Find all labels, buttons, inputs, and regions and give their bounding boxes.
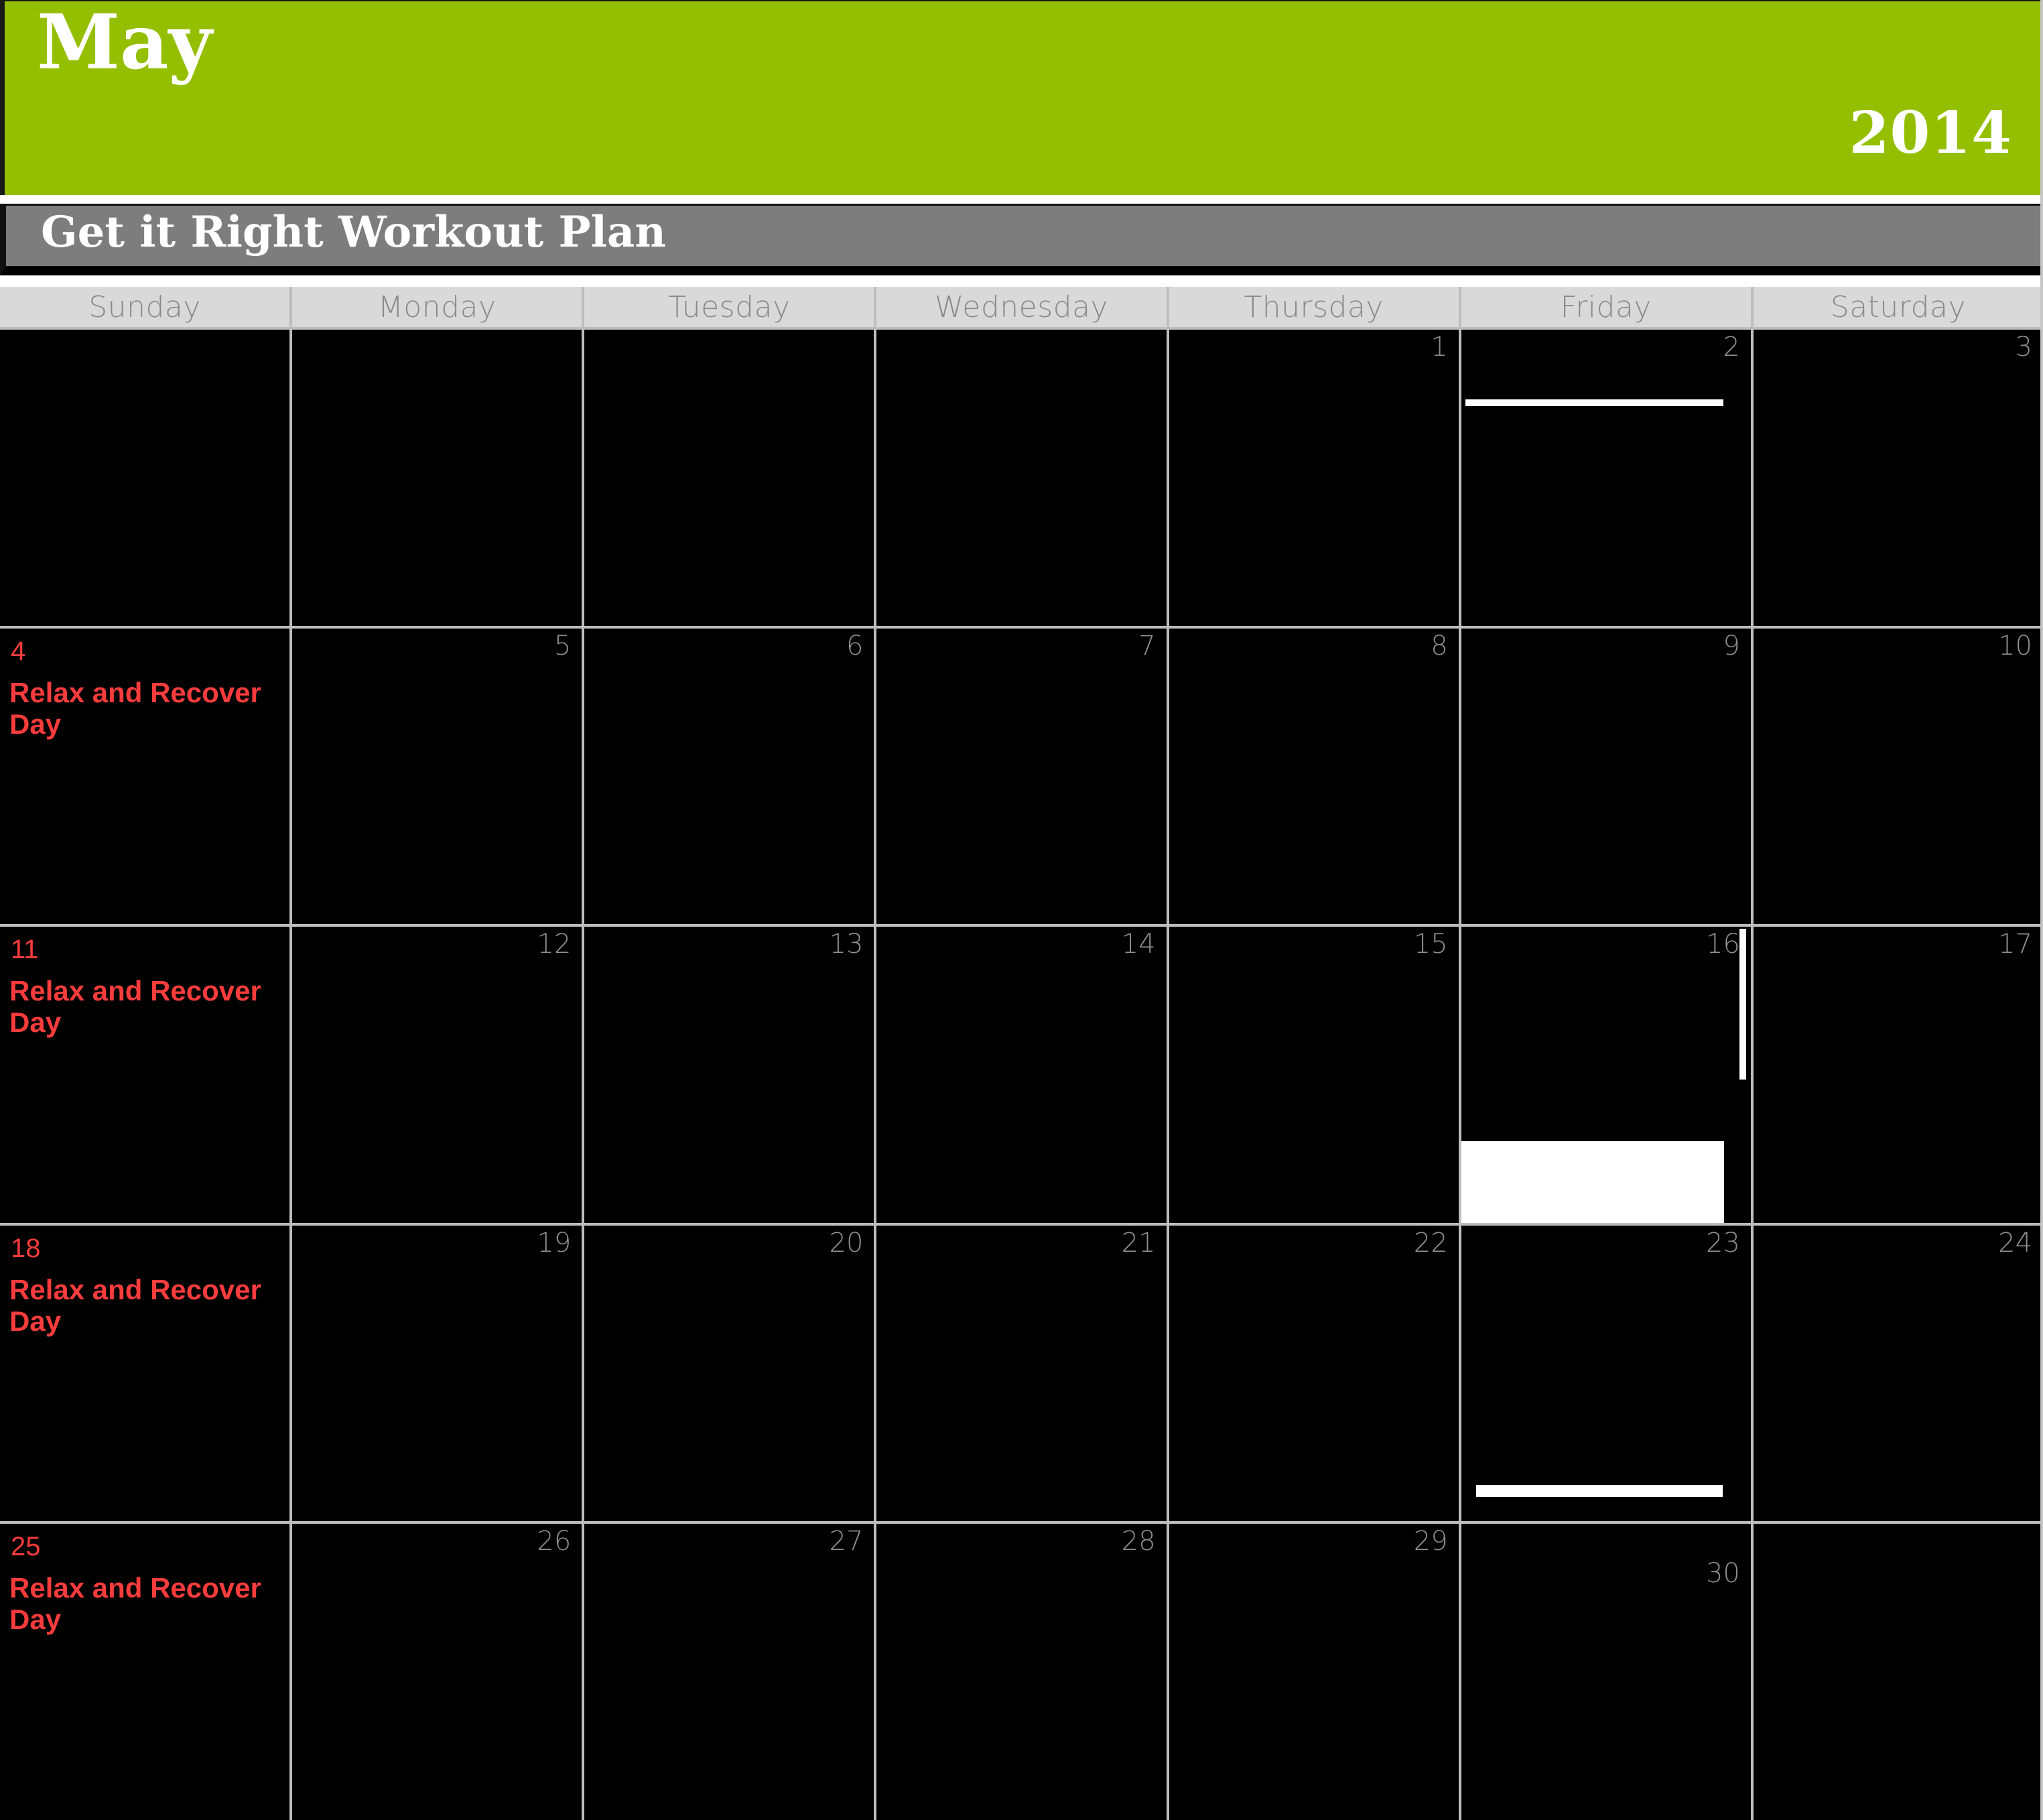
day-number: 18 (11, 1233, 41, 1263)
day-number: 17 (1998, 929, 2032, 960)
day-event-label: Relax and Recover Day (9, 1572, 261, 1636)
year-title: 2014 (1849, 99, 2012, 167)
calendar-day-cell[interactable]: 8 (1169, 628, 1459, 925)
calendar-day-cell[interactable]: 6 (584, 628, 874, 925)
calendar-day-cell[interactable]: 7 (876, 628, 1167, 925)
plan-title: Get it Right Workout Plan (41, 207, 666, 257)
calendar-day-cell[interactable]: 21 (876, 1225, 1167, 1522)
calendar-day-cell[interactable]: 15 (1169, 927, 1459, 1223)
day-number: 28 (1121, 1526, 1156, 1557)
day-of-week-header-friday: Friday (1461, 287, 1751, 327)
day-number: 10 (1998, 630, 2032, 661)
day-number: 19 (537, 1227, 572, 1258)
day-number: 26 (537, 1526, 572, 1557)
day-number: 6 (846, 630, 864, 661)
calendar-day-cell[interactable]: 25 Relax and Recover Day (0, 1524, 290, 1820)
day-number: 22 (1413, 1227, 1448, 1258)
white-bar-mark (1465, 399, 1723, 406)
day-event-label: Relax and Recover Day (9, 975, 261, 1039)
day-number: 8 (1431, 630, 1448, 661)
month-banner: May 2014 (0, 0, 2043, 195)
calendar-day-cell[interactable] (584, 330, 874, 626)
day-of-week-header-saturday: Saturday (1753, 287, 2043, 327)
day-of-week-header-sunday: Sunday (0, 287, 290, 327)
day-number: 21 (1121, 1227, 1156, 1258)
calendar-day-cell[interactable]: 2 (1461, 330, 1751, 626)
day-number: 7 (1138, 630, 1156, 661)
day-number: 13 (829, 929, 864, 960)
day-number: 5 (553, 630, 572, 661)
day-number: 12 (537, 929, 572, 960)
day-number: 1 (1431, 332, 1448, 363)
calendar-day-cell[interactable]: 22 (1169, 1225, 1459, 1522)
day-number: 3 (2015, 332, 2032, 363)
day-number: 27 (829, 1526, 864, 1557)
calendar-day-cell[interactable]: 24 (1753, 1225, 2043, 1522)
calendar-day-cell[interactable]: 30 (1461, 1524, 1751, 1820)
calendar-day-cell[interactable]: 4 Relax and Recover Day (0, 628, 290, 925)
day-of-week-header-wednesday: Wednesday (876, 287, 1167, 327)
calendar-day-cell[interactable]: 12 (292, 927, 582, 1223)
calendar-day-cell[interactable] (1753, 1524, 2043, 1820)
calendar-day-cell[interactable]: 10 (1753, 628, 2043, 925)
day-number: 29 (1413, 1526, 1448, 1557)
day-number: 24 (1998, 1227, 2032, 1258)
calendar-day-cell[interactable]: 16 (1461, 927, 1751, 1223)
day-number: 11 (11, 935, 39, 965)
day-number: 25 (11, 1532, 41, 1562)
calendar-day-cell[interactable]: 18 Relax and Recover Day (0, 1225, 290, 1522)
day-number: 9 (1723, 630, 1740, 661)
calendar-day-cell[interactable]: 9 (1461, 628, 1751, 925)
calendar-day-cell[interactable]: 29 (1169, 1524, 1459, 1820)
calendar-day-cell[interactable]: 26 (292, 1524, 582, 1820)
day-of-week-header-monday: Monday (292, 287, 582, 327)
white-stem-mark (1739, 929, 1746, 1080)
day-of-week-header-thursday: Thursday (1169, 287, 1459, 327)
calendar-grid: Sunday Monday Tuesday Wednesday Thursday Frid… (0, 287, 2043, 1820)
day-number: 23 (1705, 1227, 1740, 1258)
calendar-day-cell[interactable]: 23 (1461, 1225, 1751, 1522)
calendar-day-cell[interactable]: 28 (876, 1524, 1167, 1820)
calendar-day-cell[interactable]: 11 Relax and Recover Day (0, 927, 290, 1223)
calendar-day-cell[interactable] (876, 330, 1167, 626)
day-number: 30 (1705, 1558, 1740, 1589)
calendar-day-cell[interactable]: 13 (584, 927, 874, 1223)
calendar-day-cell[interactable]: 3 (1753, 330, 2043, 626)
calendar-day-cell[interactable] (0, 330, 290, 626)
day-number: 2 (1723, 332, 1740, 363)
day-event-label: Relax and Recover Day (9, 676, 261, 740)
day-number: 15 (1413, 929, 1448, 960)
day-number: 16 (1705, 929, 1740, 960)
calendar-day-cell[interactable]: 5 (292, 628, 582, 925)
white-block-mark (1461, 1141, 1724, 1223)
calendar-day-cell[interactable]: 14 (876, 927, 1167, 1223)
day-number: 14 (1121, 929, 1156, 960)
day-of-week-header-tuesday: Tuesday (584, 287, 874, 327)
calendar-day-cell[interactable]: 19 (292, 1225, 582, 1522)
day-number: 20 (829, 1227, 864, 1258)
calendar-day-cell[interactable]: 1 (1169, 330, 1459, 626)
month-title: May (37, 0, 212, 86)
day-event-label: Relax and Recover Day (9, 1273, 261, 1337)
white-bar-mark (1475, 1485, 1723, 1498)
calendar-day-cell[interactable]: 20 (584, 1225, 874, 1522)
plan-title-bar: Get it Right Workout Plan (0, 204, 2043, 275)
calendar-page: May 2014 Get it Right Workout Plan Sunda… (0, 0, 2043, 1820)
day-number: 4 (11, 636, 26, 666)
calendar-day-cell[interactable] (292, 330, 582, 626)
calendar-day-cell[interactable]: 17 (1753, 927, 2043, 1223)
calendar-day-cell[interactable]: 27 (584, 1524, 874, 1820)
right-edge-border (2040, 0, 2043, 1820)
